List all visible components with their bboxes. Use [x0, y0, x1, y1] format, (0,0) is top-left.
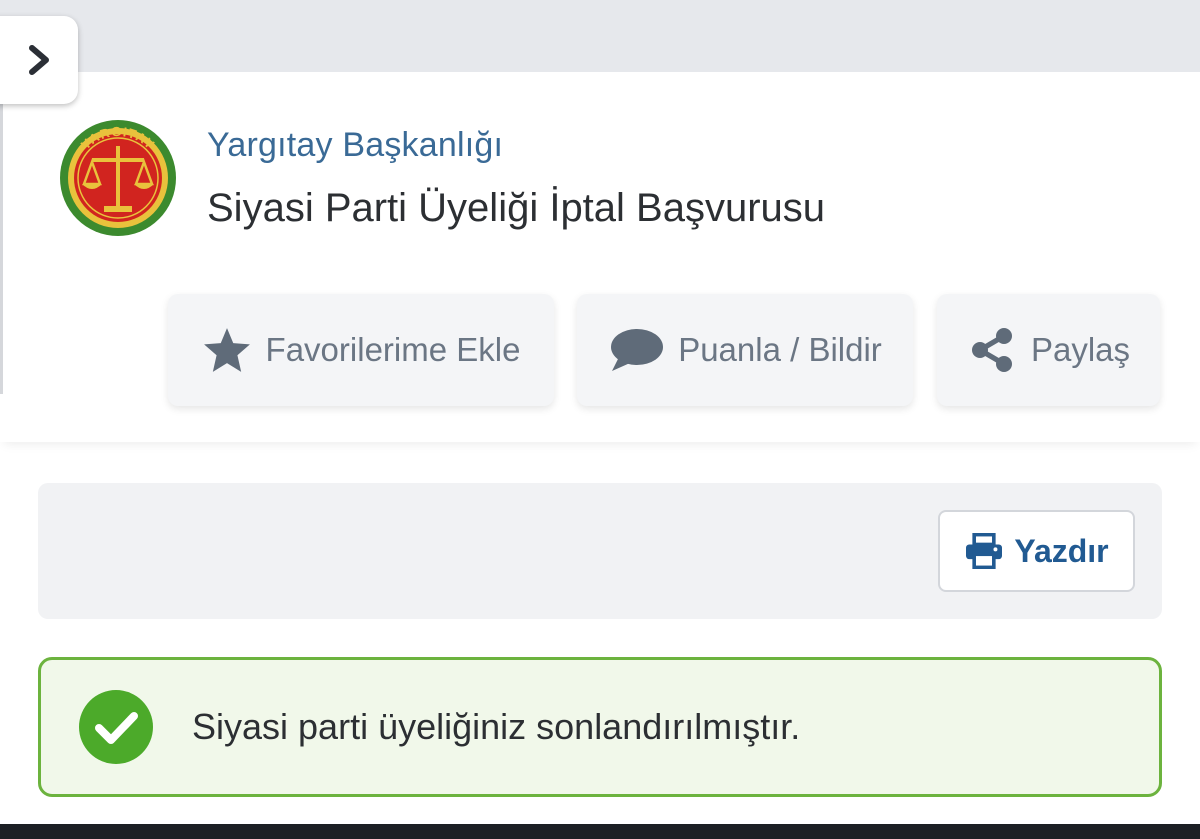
yargitay-seal-icon: YARGITAY — [58, 118, 178, 238]
alert-message: Siyasi parti üyeliğiniz sonlandırılmıştı… — [192, 706, 801, 747]
bottom-bar — [0, 824, 1200, 839]
rate-report-label: Puanla / Bildir — [678, 331, 882, 368]
rate-report-button[interactable]: Puanla / Bildir — [577, 294, 913, 406]
star-icon — [203, 328, 250, 372]
sidebar-edge — [0, 104, 3, 394]
share-label: Paylaş — [1030, 331, 1131, 368]
print-label: Yazdır — [1014, 532, 1109, 569]
speech-bubble-icon — [611, 329, 664, 371]
chevron-right-icon — [29, 45, 49, 75]
page-title: Siyasi Parti Üyeliği İptal Başvurusu — [207, 186, 826, 230]
print-button[interactable]: Yazdır — [938, 510, 1135, 592]
share-icon — [971, 328, 1012, 372]
add-to-favorites-label: Favorilerime Ekle — [265, 331, 521, 368]
top-bar — [0, 0, 1200, 72]
sidebar-toggle-button[interactable] — [0, 16, 78, 104]
check-circle-icon — [78, 689, 154, 765]
organization-name[interactable]: Yargıtay Başkanlığı — [207, 126, 503, 165]
share-button[interactable]: Paylaş — [937, 294, 1160, 406]
add-to-favorites-button[interactable]: Favorilerime Ekle — [168, 294, 554, 406]
printer-icon — [966, 533, 1003, 569]
